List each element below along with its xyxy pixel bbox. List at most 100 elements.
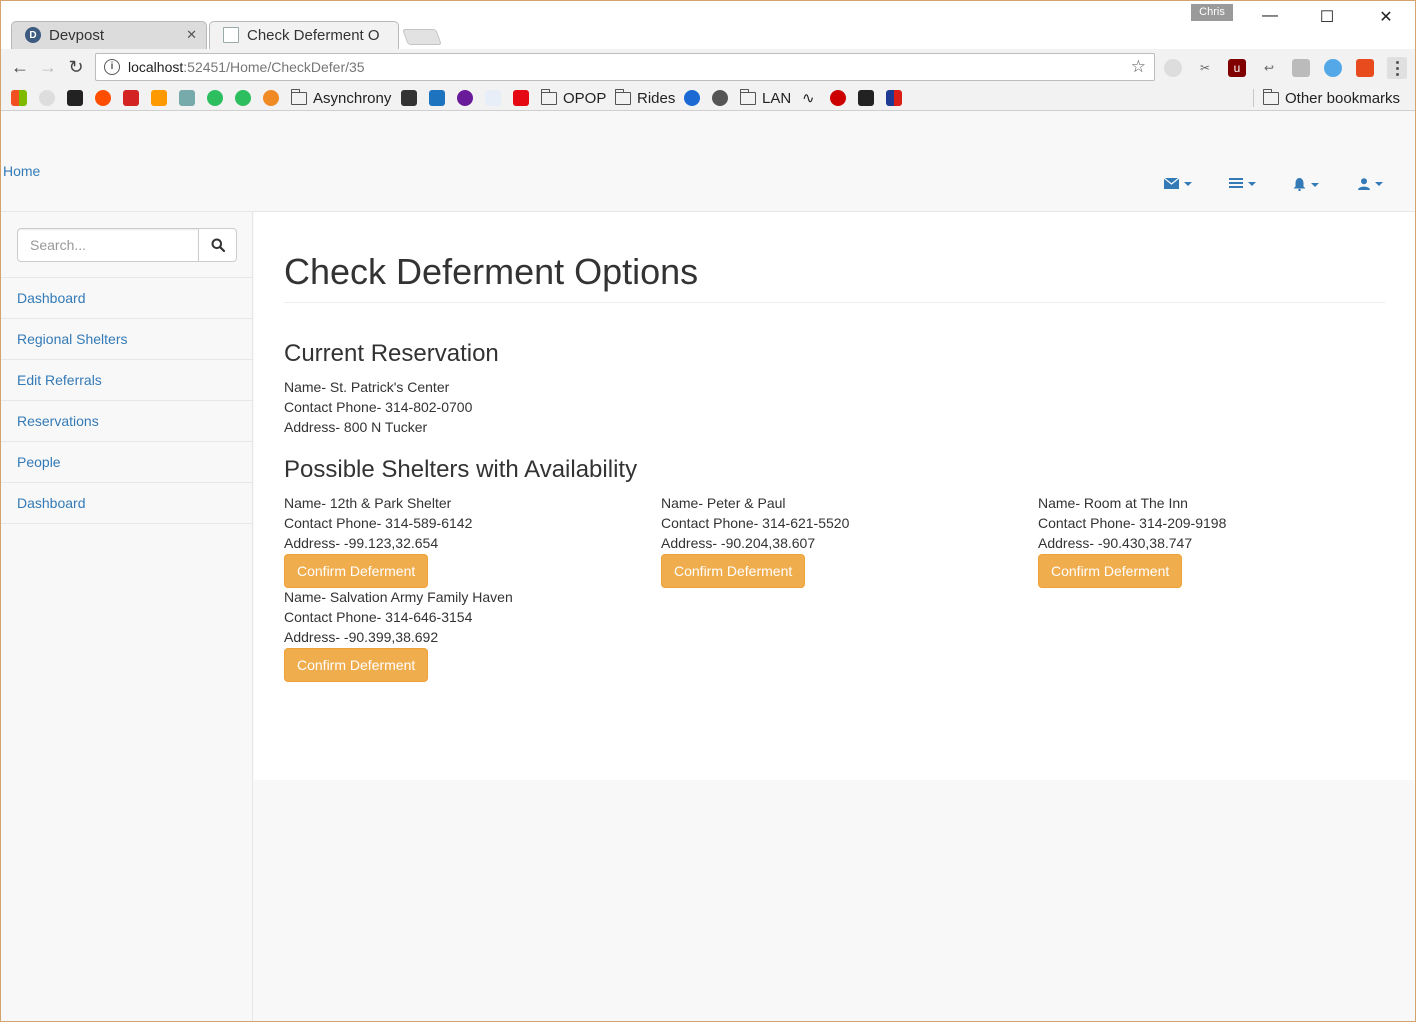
home-link[interactable]: Home — [3, 163, 40, 179]
folder-icon — [290, 88, 307, 105]
flag-bookmark-icon[interactable] — [886, 89, 902, 107]
extension-tools-icon[interactable]: ✂ — [1196, 59, 1214, 77]
extension-blue-icon[interactable] — [1324, 59, 1342, 77]
bookmark-folder-rides[interactable]: Rides — [614, 88, 675, 107]
wave-bookmark-icon[interactable]: ∿ — [802, 89, 815, 107]
confirm-deferment-button[interactable]: Confirm Deferment — [284, 648, 429, 682]
folder-icon — [1262, 88, 1279, 105]
windows-bookmark-icon[interactable] — [11, 89, 27, 107]
tab-check-deferment[interactable]: Check Deferment O — [209, 21, 399, 49]
shelter-address: Address- -90.399,38.692 — [284, 629, 439, 645]
profile-badge[interactable]: Chris — [1191, 4, 1233, 21]
forward-arrow-icon[interactable]: → — [37, 57, 59, 79]
info-icon[interactable]: i — [104, 59, 120, 75]
bookmark-folder-other[interactable]: Other bookmarks — [1262, 88, 1400, 107]
bookmark-star-icon[interactable]: ☆ — [1131, 57, 1146, 77]
reload-icon[interactable]: ↻ — [65, 57, 87, 79]
yelp-bookmark-icon[interactable] — [123, 89, 139, 107]
alerts-dropdown[interactable] — [1293, 178, 1319, 191]
current-address: Address- 800 N Tucker — [284, 419, 428, 435]
shelter-address: Address- -90.430,38.747 — [1038, 535, 1193, 551]
sidebar-item-regional-shelters[interactable]: Regional Shelters — [1, 319, 252, 360]
red-bookmark-icon[interactable] — [830, 89, 846, 107]
close-tab-icon[interactable]: ✕ — [186, 27, 197, 43]
extension-reply-icon[interactable]: ↩ — [1260, 59, 1278, 77]
current-phone: Contact Phone- 314-802-0700 — [284, 399, 473, 415]
sidebar-item-dashboard-2[interactable]: Dashboard — [1, 483, 252, 524]
page-title: Check Deferment Options — [284, 251, 699, 292]
web-page: Home Dashboard — [1, 112, 1415, 1021]
netflix-bookmark-icon[interactable] — [513, 89, 529, 107]
sidebar-item-people[interactable]: People — [1, 442, 252, 483]
shelter-name: Name- Room at The Inn — [1038, 495, 1188, 511]
tab-devpost[interactable]: D Devpost ✕ — [11, 21, 207, 49]
tab-title: Check Deferment O — [247, 26, 380, 44]
bmw-bookmark-icon[interactable] — [684, 89, 700, 107]
zillow-bookmark-icon[interactable] — [67, 89, 83, 107]
extension-contrast-icon[interactable] — [1164, 59, 1182, 77]
url-text[interactable]: localhost:52451/Home/CheckDefer/35 — [128, 59, 1131, 75]
extension-gray-icon[interactable] — [1292, 59, 1310, 77]
shelter-name: Name- Peter & Paul — [661, 495, 786, 511]
user-icon — [1358, 178, 1370, 190]
current-name: Name- St. Patrick's Center — [284, 379, 450, 395]
dark-bookmark-icon[interactable] — [858, 89, 874, 107]
chrome-menu-icon[interactable] — [1387, 57, 1407, 79]
shelter-phone: Contact Phone- 314-621-5520 — [661, 515, 850, 531]
leaf2-bookmark-icon[interactable] — [235, 89, 251, 107]
messages-dropdown[interactable] — [1164, 178, 1192, 189]
confirm-deferment-button[interactable]: Confirm Deferment — [1038, 554, 1183, 588]
confirm-deferment-button[interactable]: Confirm Deferment — [661, 554, 806, 588]
bookmark-folder-opop[interactable]: OPOP — [540, 88, 606, 107]
purple-bookmark-icon[interactable] — [457, 89, 473, 107]
sidebar-item-dashboard[interactable]: Dashboard — [1, 278, 252, 319]
amazon-bookmark-icon[interactable] — [151, 89, 167, 107]
shelter-phone: Contact Phone- 314-209-9198 — [1038, 515, 1227, 531]
maximize-icon[interactable]: ☐ — [1312, 7, 1342, 31]
back-arrow-icon[interactable]: ← — [9, 57, 31, 79]
shelter-phone: Contact Phone- 314-589-6142 — [284, 515, 473, 531]
shelter-card: Name- 12th & Park Shelter Contact Phone-… — [284, 493, 472, 553]
shelter-name: Name- Salvation Army Family Haven — [284, 589, 513, 605]
tab-title: Devpost — [49, 26, 105, 44]
shelter-address: Address- -90.204,38.607 — [661, 535, 816, 551]
citi-bookmark-icon[interactable] — [485, 89, 501, 107]
sidebar-search — [17, 228, 237, 262]
page-favicon-icon — [223, 27, 239, 43]
bus-bookmark-icon[interactable] — [401, 89, 417, 107]
sidebar-item-edit-referrals[interactable]: Edit Referrals — [1, 360, 252, 401]
envelope-icon — [1164, 178, 1179, 189]
orange-bookmark-icon[interactable] — [263, 89, 279, 107]
new-tab-button[interactable] — [402, 29, 442, 45]
office-icon[interactable] — [1356, 59, 1374, 77]
browser-window: D Devpost ✕ Check Deferment O Chris — ☐ … — [0, 0, 1416, 1022]
shelter-card: Name- Salvation Army Family Haven Contac… — [284, 587, 513, 647]
reddit-bookmark-icon[interactable] — [39, 89, 55, 107]
devpost-favicon-icon: D — [25, 27, 41, 43]
bookmarks-bar: Asynchrony OPOP Rides LAN ∿ Other bookma… — [1, 85, 1415, 111]
tasks-icon — [1229, 178, 1243, 188]
apple-bookmark-icon[interactable] — [712, 89, 728, 107]
blue-bookmark-icon[interactable] — [429, 89, 445, 107]
chart-bookmark-icon[interactable] — [179, 89, 195, 107]
bookmark-folder-asynchrony[interactable]: Asynchrony — [290, 88, 391, 107]
address-bar[interactable]: i localhost:52451/Home/CheckDefer/35 ☆ — [95, 53, 1155, 81]
sidebar: Dashboard Regional Shelters Edit Referra… — [1, 212, 253, 1021]
bookmark-folder-lan[interactable]: LAN — [739, 88, 791, 107]
folder-icon — [739, 88, 756, 105]
user-dropdown[interactable] — [1358, 178, 1383, 190]
sidebar-nav: Dashboard Regional Shelters Edit Referra… — [1, 277, 252, 524]
search-input[interactable] — [17, 228, 199, 262]
ars-bookmark-icon[interactable] — [95, 89, 111, 107]
bell-icon — [1293, 178, 1306, 191]
leaf-bookmark-icon[interactable] — [207, 89, 223, 107]
tasks-dropdown[interactable] — [1229, 178, 1256, 189]
close-window-icon[interactable]: ✕ — [1371, 7, 1401, 31]
shelter-name: Name- 12th & Park Shelter — [284, 495, 452, 511]
sidebar-item-reservations[interactable]: Reservations — [1, 401, 252, 442]
extension-ublock-icon[interactable]: u — [1228, 59, 1246, 77]
confirm-deferment-button[interactable]: Confirm Deferment — [284, 554, 429, 588]
search-button[interactable] — [199, 228, 237, 262]
shelter-card: Name- Room at The Inn Contact Phone- 314… — [1038, 493, 1226, 553]
minimize-icon[interactable]: — — [1255, 7, 1285, 31]
